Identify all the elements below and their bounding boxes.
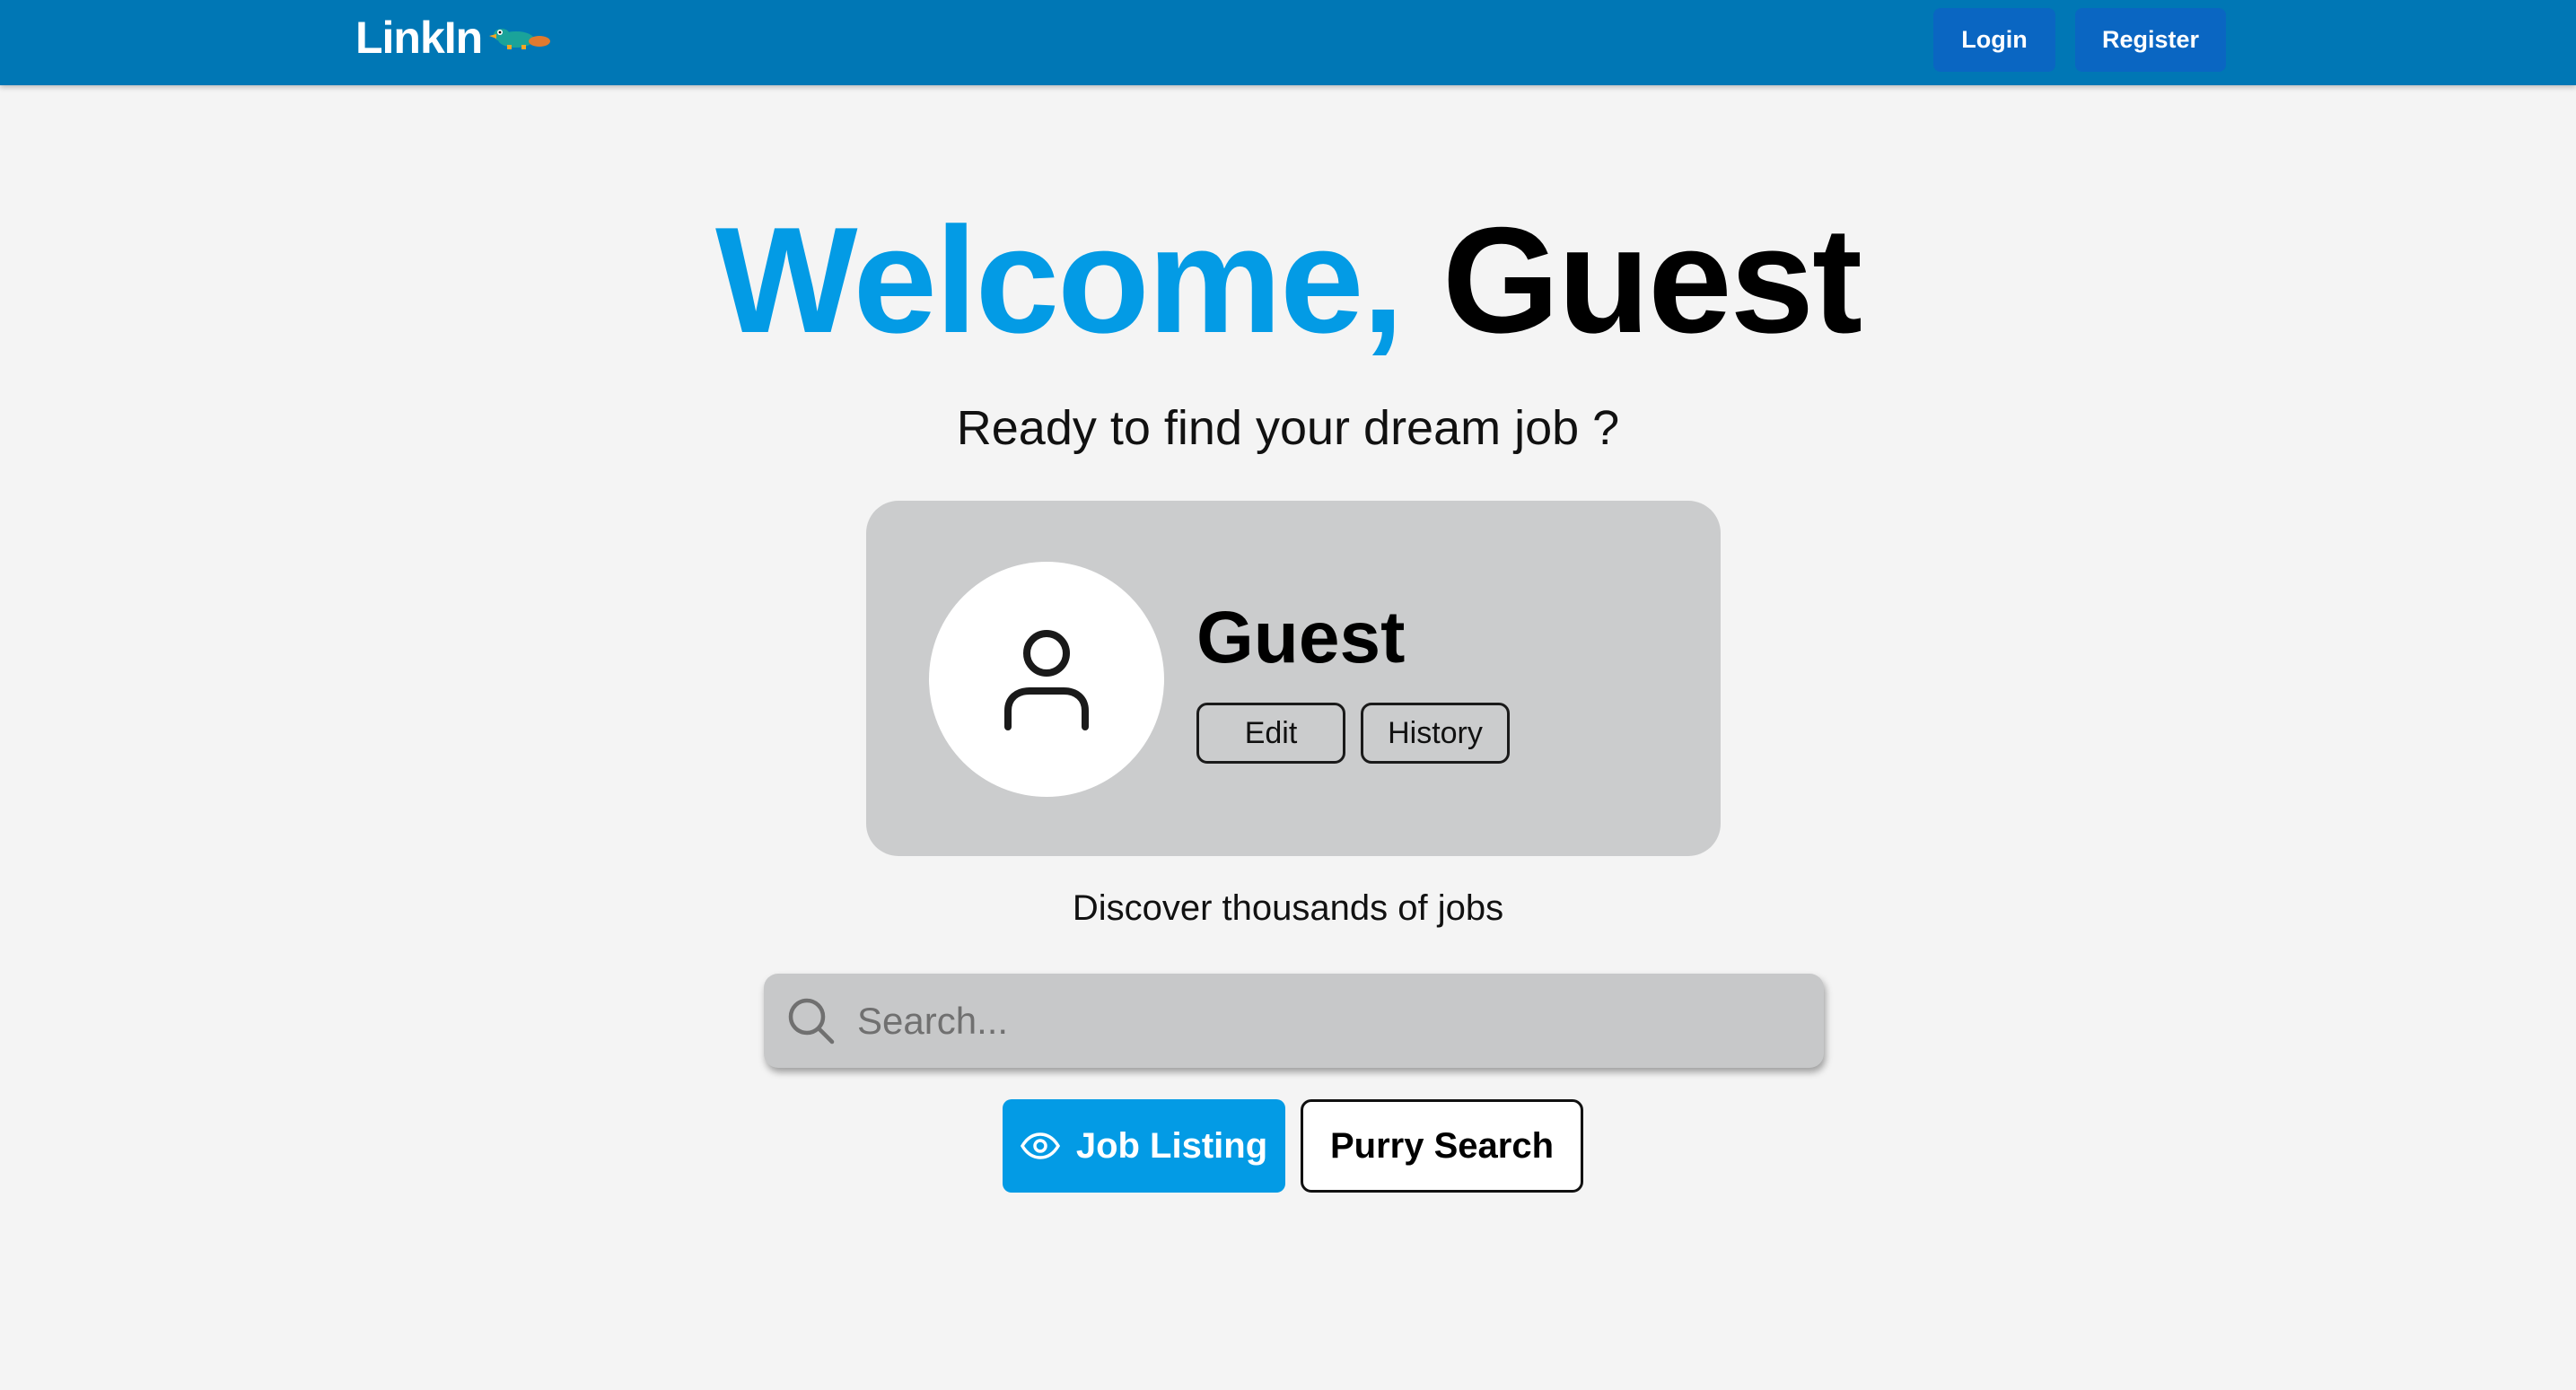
platypus-mascot-icon [489,29,551,49]
history-button[interactable]: History [1361,703,1510,764]
search-icon [788,998,835,1045]
avatar [929,562,1164,797]
purry-search-button[interactable]: Purry Search [1301,1099,1583,1193]
search-input[interactable] [857,990,1800,1053]
profile-name: Guest [1196,597,1406,678]
eye-icon [1020,1132,1060,1159]
welcome-name: Guest [1441,196,1862,364]
hero-subtitle: Ready to find your dream job ? [956,401,1620,455]
job-listing-button[interactable]: Job Listing [1003,1099,1285,1193]
search-bar[interactable] [764,974,1824,1068]
edit-profile-button[interactable]: Edit [1196,703,1345,764]
user-icon [1004,630,1089,730]
profile-card: Guest Edit History [866,501,1721,856]
login-button[interactable]: Login [1933,8,2055,72]
welcome-word: Welcome, [715,196,1404,364]
top-navbar: LinkIn Login Register [0,0,2576,85]
logo-text: LinkIn [355,13,483,63]
discover-text: Discover thousands of jobs [1072,888,1504,928]
job-listing-label: Job Listing [1075,1125,1268,1166]
register-button[interactable]: Register [2075,8,2226,72]
logo[interactable]: LinkIn [355,11,557,65]
welcome-heading: Welcome, Guest [0,205,2576,355]
